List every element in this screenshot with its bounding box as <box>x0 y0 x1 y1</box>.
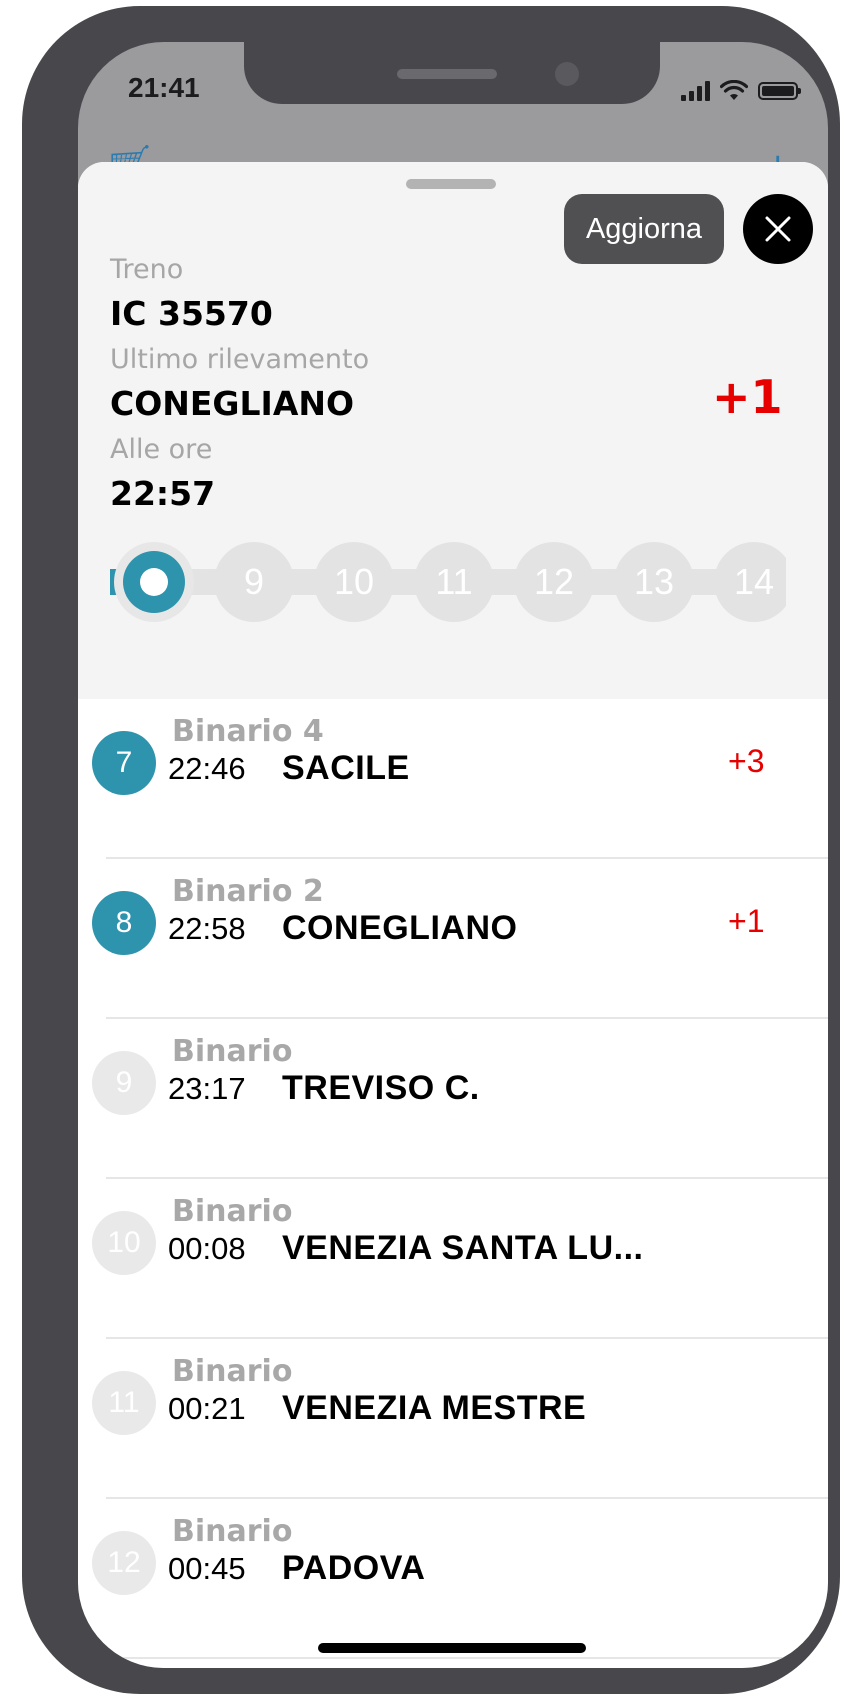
screen: 21:41 🛒︎ + Aggiorna <box>78 42 828 1668</box>
speaker <box>397 69 497 79</box>
close-icon <box>765 216 791 242</box>
train-detail-sheet: Aggiorna Treno IC 35570 Ultimo rilevamen… <box>78 162 828 1668</box>
close-button[interactable] <box>743 194 813 264</box>
status-icons <box>681 80 801 102</box>
list-item[interactable]: 7 Binario 4 22:46 SACILE +3 <box>78 699 828 859</box>
stop-time: 00:08 <box>168 1231 246 1266</box>
stop-platform: Binario <box>172 1514 293 1549</box>
stop-station: VENEZIA SANTA LU... <box>282 1229 644 1267</box>
stop-platform: Binario 2 <box>172 874 324 909</box>
divider <box>106 1657 828 1659</box>
wifi-icon <box>720 80 748 100</box>
stop-station: VENEZIA MESTRE <box>282 1389 587 1427</box>
stop-platform: Binario <box>172 1034 293 1069</box>
progress-step[interactable]: 10 <box>314 542 394 622</box>
device-frame: 21:41 🛒︎ + Aggiorna <box>22 6 840 1694</box>
volume-up-button <box>32 368 46 486</box>
mute-switch <box>32 241 46 307</box>
stop-platform: Binario <box>172 1354 293 1389</box>
battery-icon <box>758 82 801 100</box>
progress-stepper[interactable]: 9 10 11 12 13 14 <box>110 542 786 622</box>
stop-number-badge: 8 <box>92 891 156 955</box>
list-item[interactable]: 12 Binario 00:45 PADOVA <box>78 1499 828 1659</box>
list-item[interactable]: 8 Binario 2 22:58 CONEGLIANO +1 <box>78 859 828 1019</box>
stop-station: SACILE <box>282 749 410 787</box>
stop-time: 22:46 <box>168 751 246 786</box>
stop-platform: Binario <box>172 1194 293 1229</box>
list-item[interactable]: 11 Binario 00:21 VENEZIA MESTRE <box>78 1339 828 1499</box>
progress-step[interactable]: 14 <box>714 542 786 622</box>
sheet-grabber[interactable] <box>406 179 496 189</box>
time-label: Alle ore <box>110 434 213 465</box>
signal-icon <box>681 81 710 101</box>
stop-delay: +1 <box>728 903 765 939</box>
time-value: 22:57 <box>110 474 216 513</box>
stop-delay: +3 <box>728 743 765 779</box>
train-header: Aggiorna Treno IC 35570 Ultimo rilevamen… <box>78 162 828 699</box>
stop-station: CONEGLIANO <box>282 909 518 947</box>
stop-number-badge: 9 <box>92 1051 156 1115</box>
list-item[interactable]: 9 Binario 23:17 TREVISO C. <box>78 1019 828 1179</box>
progress-step[interactable]: 11 <box>414 542 494 622</box>
stop-number-badge: 11 <box>92 1371 156 1435</box>
list-item[interactable]: 10 Binario 00:08 VENEZIA SANTA LU... <box>78 1179 828 1339</box>
progress-step[interactable]: 13 <box>614 542 694 622</box>
camera <box>555 62 579 86</box>
progress-current-position <box>114 542 194 622</box>
refresh-button[interactable]: Aggiorna <box>564 194 724 264</box>
stop-time: 23:17 <box>168 1071 246 1106</box>
home-indicator[interactable] <box>318 1643 586 1653</box>
stop-time: 22:58 <box>168 911 246 946</box>
stop-number-badge: 7 <box>92 731 156 795</box>
stop-station: PADOVA <box>282 1549 426 1587</box>
notch <box>244 42 660 104</box>
train-delay: +1 <box>712 370 783 424</box>
progress-step[interactable]: 12 <box>514 542 594 622</box>
train-label: Treno <box>110 254 184 285</box>
progress-step[interactable]: 9 <box>214 542 294 622</box>
stop-number-badge: 12 <box>92 1531 156 1595</box>
train-number: IC 35570 <box>110 294 273 333</box>
status-time: 21:41 <box>128 72 200 103</box>
stop-number-badge: 10 <box>92 1211 156 1275</box>
stop-time: 00:21 <box>168 1391 246 1426</box>
last-detection-station: CONEGLIANO <box>110 384 355 423</box>
stops-list: 7 Binario 4 22:46 SACILE +3 8 Binario 2 … <box>78 699 828 1659</box>
stop-time: 00:45 <box>168 1551 246 1586</box>
stop-station: TREVISO C. <box>282 1069 480 1107</box>
last-detection-label: Ultimo rilevamento <box>110 344 370 375</box>
stop-platform: Binario 4 <box>172 714 324 749</box>
volume-down-button <box>32 521 46 639</box>
